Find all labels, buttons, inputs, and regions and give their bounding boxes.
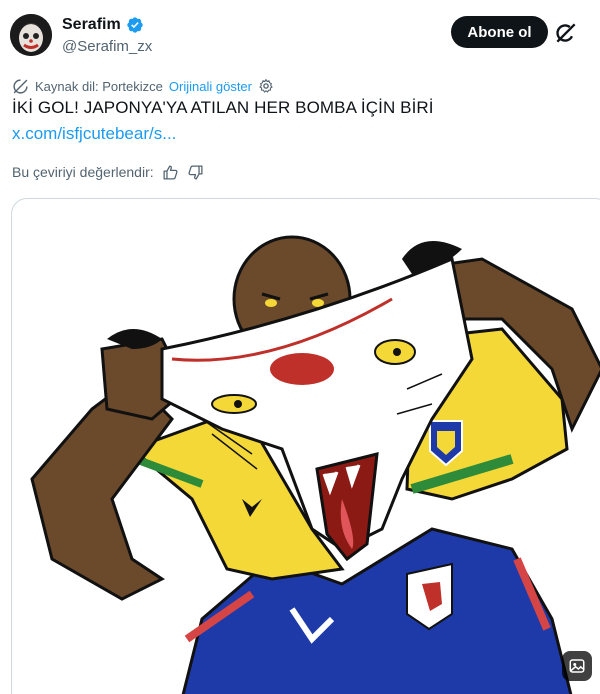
- gear-icon[interactable]: [258, 78, 274, 94]
- thumbs-down-icon[interactable]: [187, 164, 204, 181]
- cartoon-image: [30, 235, 600, 694]
- translation-source-row: Kaynak dil: Portekizce Orijinali göster: [12, 76, 274, 96]
- show-original-link[interactable]: Orijinali göster: [169, 79, 252, 94]
- follow-button[interactable]: Abone ol: [451, 16, 548, 48]
- translate-icon: [13, 78, 28, 94]
- avatar[interactable]: [10, 14, 52, 56]
- rate-translation-label: Bu çeviriyi değerlendir:: [12, 164, 154, 180]
- author-handle[interactable]: @Serafim_zx: [62, 38, 152, 55]
- author-name-text[interactable]: Serafim: [62, 16, 121, 34]
- grok-icon[interactable]: [553, 20, 579, 46]
- tweet-text: İKİ GOL! JAPONYA'YA ATILAN HER BOMBA İÇİ…: [12, 98, 434, 117]
- tweet-media[interactable]: [11, 198, 600, 694]
- thumbs-up-icon[interactable]: [162, 164, 179, 181]
- alt-text-button[interactable]: [562, 651, 592, 681]
- author-name[interactable]: Serafim: [62, 16, 144, 34]
- rate-translation-row: Bu çeviriyi değerlendir:: [12, 162, 204, 182]
- source-language-label: Kaynak dil: Portekizce: [35, 78, 163, 94]
- alt-text-icon: [569, 659, 585, 673]
- tweet-link[interactable]: x.com/isfjcutebear/s...: [12, 124, 176, 144]
- wolf-nose: [270, 353, 334, 385]
- verified-icon: [127, 17, 143, 33]
- tweet-header: Serafim @Serafim_zx Abone ol: [0, 0, 600, 72]
